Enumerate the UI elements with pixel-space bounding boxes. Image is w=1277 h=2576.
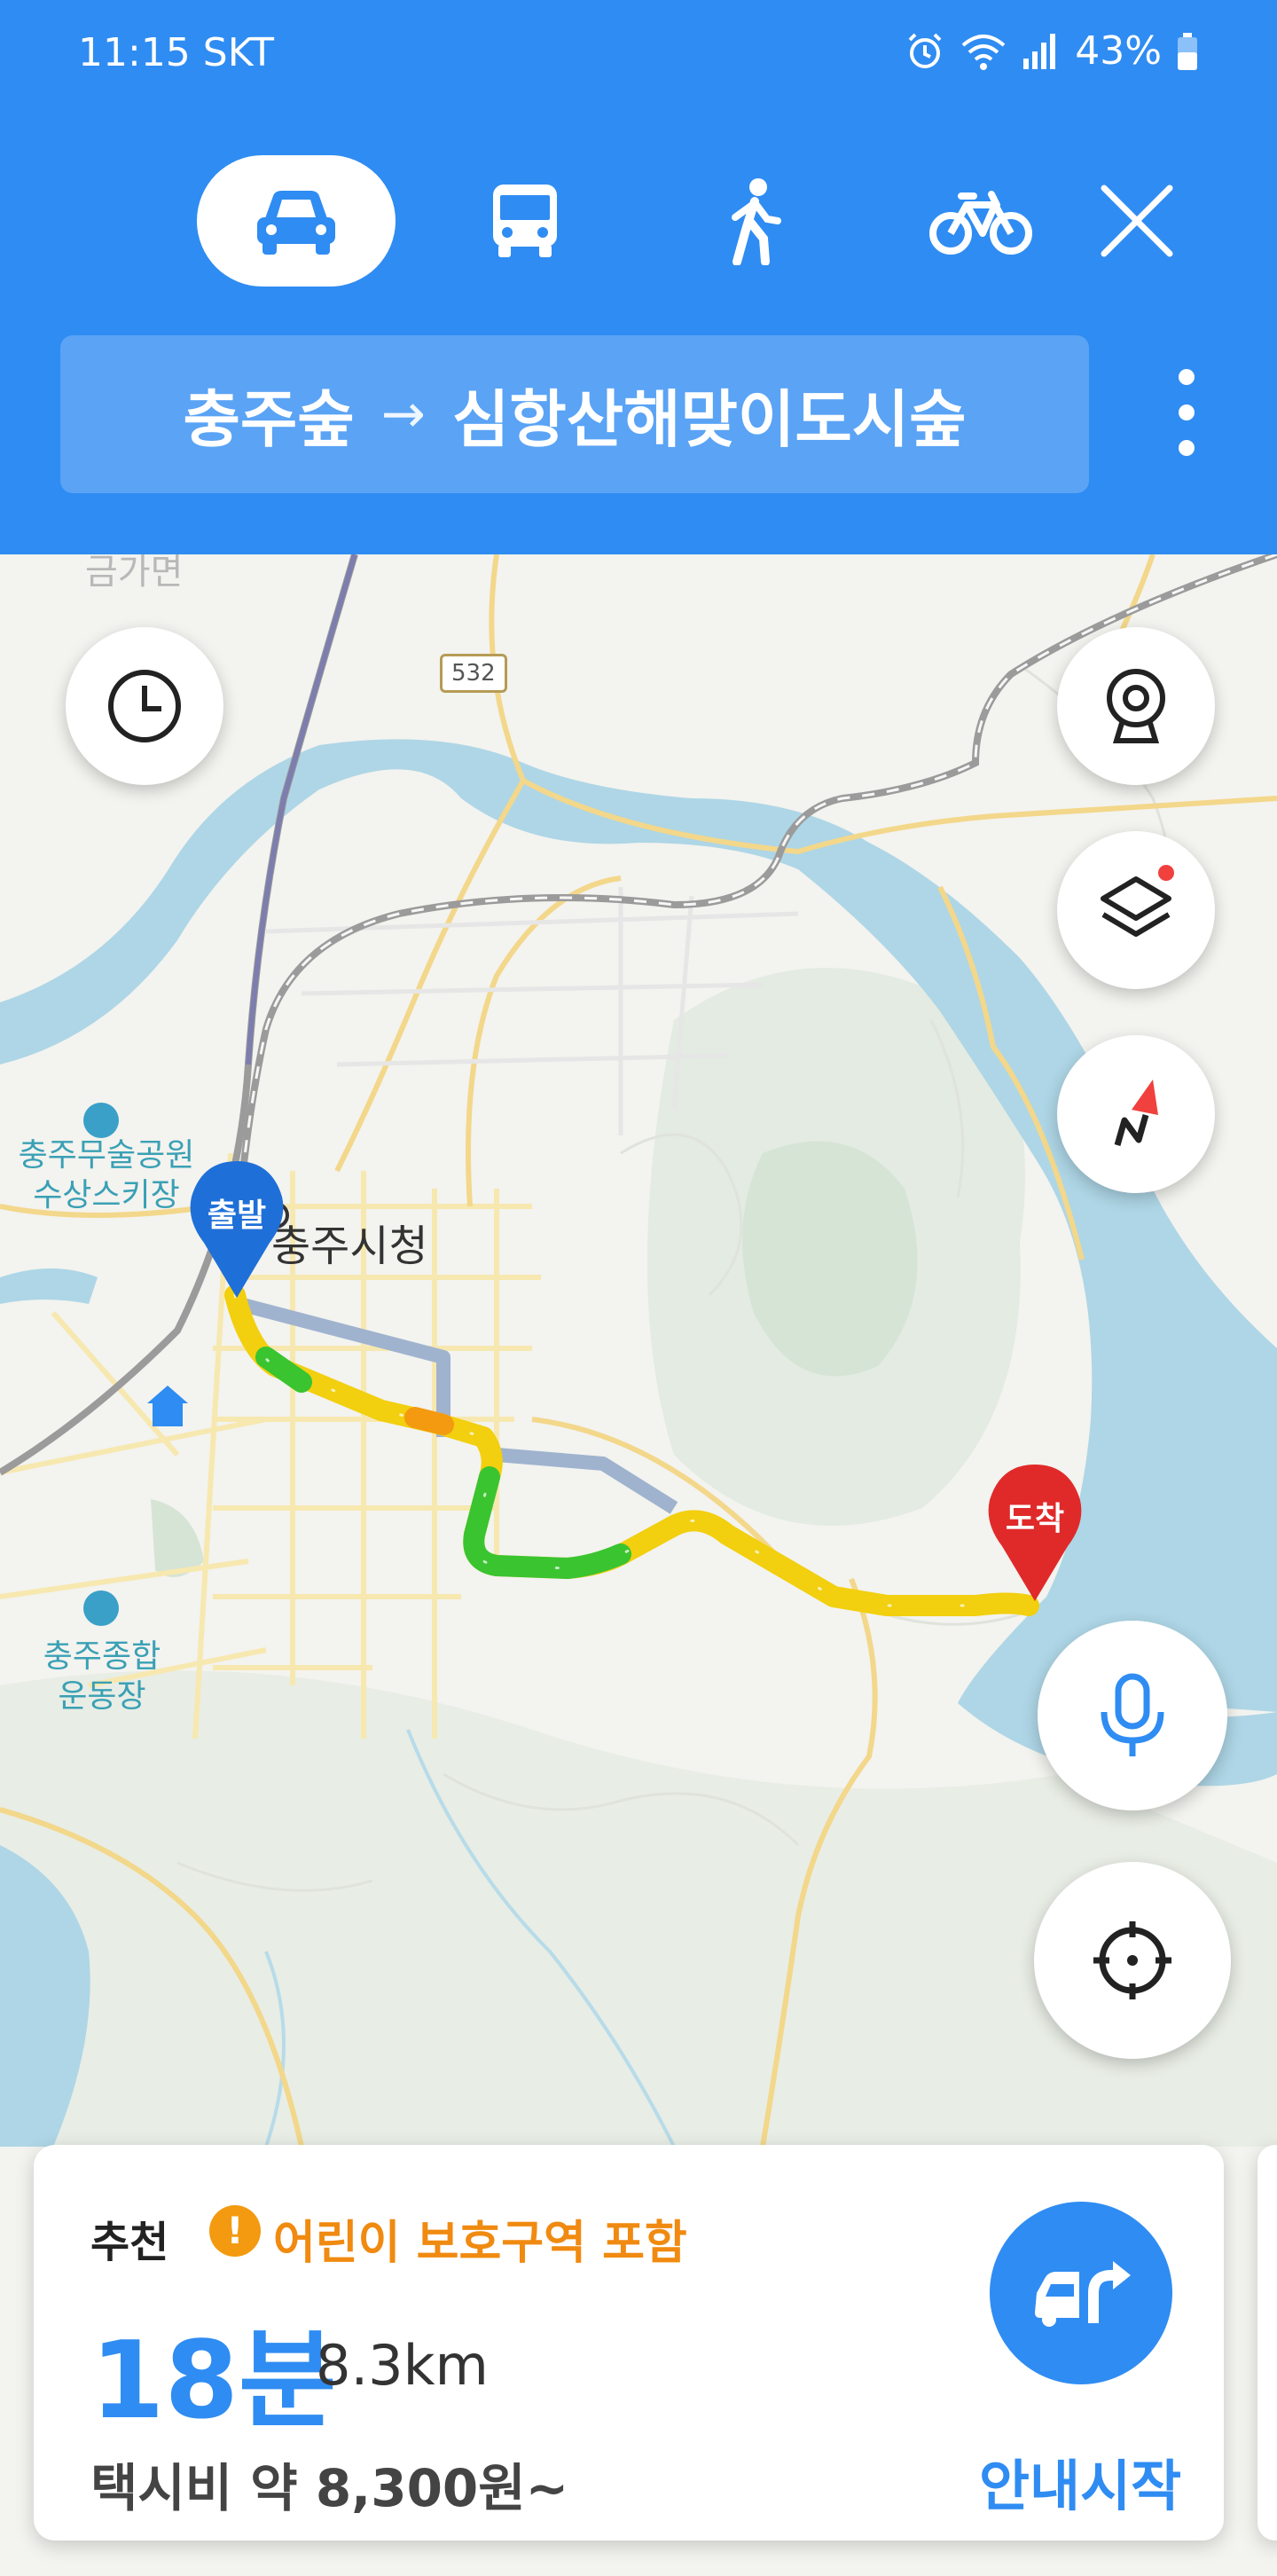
home-icon[interactable] [145,1384,190,1428]
compass-button[interactable] [1057,1035,1215,1193]
tab-bus[interactable] [426,155,624,287]
travel-time: 18분 [90,2320,337,2443]
close-icon [1101,185,1173,257]
start-pin[interactable]: 출발 [184,1158,289,1300]
start-pin-label: 출발 [207,1198,267,1234]
notification-dot [1158,865,1174,881]
tab-car[interactable] [197,155,396,287]
close-button[interactable] [1084,155,1190,287]
status-time: 11:15 SKT [78,30,275,75]
map-label-sports-complex[interactable]: 충주종합 운동장 [18,1637,186,1716]
microphone-icon [1101,1673,1164,1756]
route-origin: 충주숲 [183,382,355,456]
cctv-button[interactable] [1057,627,1215,785]
recommend-label: 추천 [90,2218,169,2267]
status-icons: 43% [905,28,1199,74]
top-header: 11:15 SKT 43% 충주숲 → 심항산해맞이도시숲 [0,0,1277,554]
layers-icon [1101,876,1171,937]
crosshair-icon [1093,1921,1171,1999]
more-options-button[interactable] [1169,364,1204,461]
clock-icon [108,670,181,742]
end-pin-label: 도착 [1005,1501,1065,1537]
stadium-icon [83,1590,119,1626]
tab-bike[interactable] [881,155,1080,287]
park-icon [83,1103,119,1138]
road-number-badge: 532 [440,654,507,693]
navigation-car-icon [1035,2261,1131,2327]
tab-walk[interactable] [654,155,853,287]
start-navigation-button[interactable] [990,2202,1172,2384]
end-pin[interactable]: 도착 [983,1461,1087,1603]
travel-distance: 8.3km [316,2333,489,2398]
next-route-card-peek[interactable] [1257,2145,1277,2541]
route-arrow: → [380,383,426,445]
battery-icon [1178,32,1197,70]
route-card[interactable]: 추천 ! 어린이 보호구역 포함 18분 8.3km 택시비 약 8,300원~… [34,2145,1224,2541]
warning-icon: ! [209,2205,261,2257]
route-destination: 심항산해맞이도시숲 [451,382,967,456]
layers-button[interactable] [1057,831,1215,989]
start-navigation-label[interactable]: 안내시작 [979,2441,1181,2521]
time-button[interactable] [66,627,223,785]
voice-search-button[interactable] [1038,1621,1227,1810]
alarm-icon [908,33,942,68]
bus-icon [493,185,557,257]
car-icon [257,191,335,255]
walk-icon [732,178,781,265]
transport-mode-tabs [0,155,1277,288]
taxi-fare: 택시비 약 8,300원~ [90,2458,569,2518]
bike-icon [929,191,1032,255]
school-zone-warning: 어린이 보호구역 포함 [273,2217,687,2270]
status-bar: 11:15 SKT 43% [0,0,1277,106]
route-summary[interactable]: 충주숲 → 심항산해맞이도시숲 [60,335,1089,493]
city-hall-name: 충주시청 [271,1221,428,1271]
signal-icon [1023,33,1056,69]
compass-icon [1114,1080,1158,1146]
battery-percent: 43% [1075,28,1162,74]
cctv-icon [1107,669,1165,743]
wifi-icon [961,34,1006,70]
current-location-button[interactable] [1034,1862,1231,2059]
map-label-martial-arts-park[interactable]: 충주무술공원 수상스키장 [0,1135,213,1215]
